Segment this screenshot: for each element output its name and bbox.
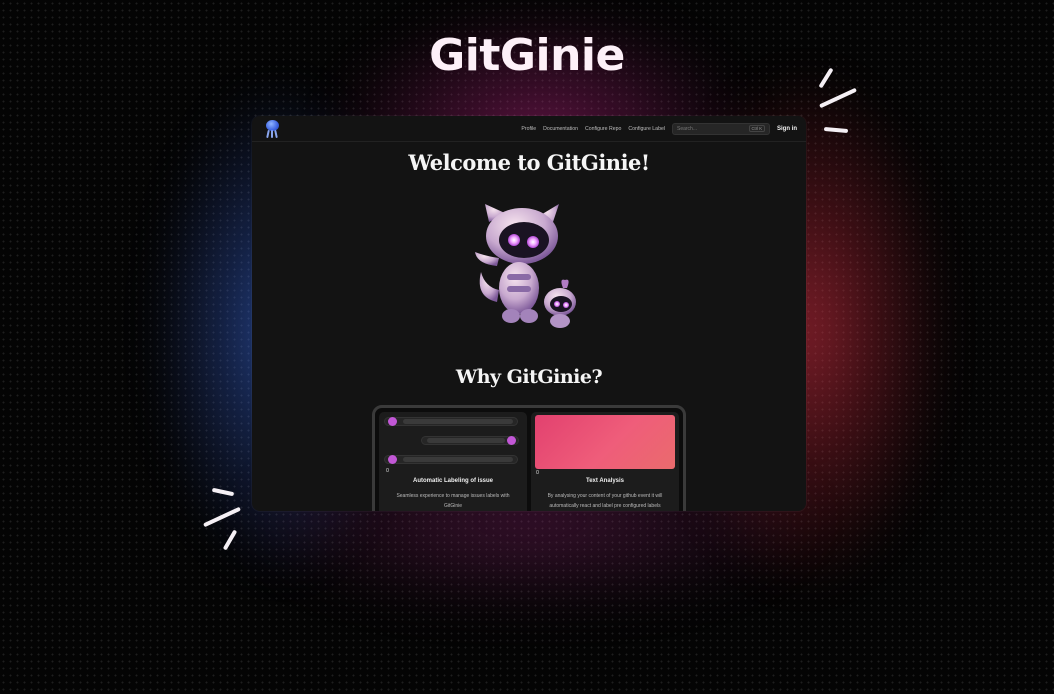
top-navbar: Profile Documentation Configure Repo Con… xyxy=(252,116,806,142)
clipboard-icon xyxy=(386,468,389,472)
hero-title: GitGinie xyxy=(429,30,625,81)
clipboard-icon xyxy=(536,470,539,474)
avatar xyxy=(507,436,516,445)
feature-card: Automatic Labeling of issue Seamless exp… xyxy=(379,412,527,511)
nav-link-profile[interactable]: Profile xyxy=(521,126,536,132)
search-input[interactable] xyxy=(677,125,747,132)
feature-description: By analysing your content of your github… xyxy=(547,493,663,509)
feature-title: Text Analysis xyxy=(585,478,624,484)
avatar xyxy=(388,455,397,464)
welcome-title: Welcome to GitGinie! xyxy=(408,150,650,175)
octopus-logo-icon[interactable] xyxy=(261,118,283,140)
nav-link-configure-label[interactable]: Configure Label xyxy=(628,126,665,132)
search-box[interactable]: Ctrl K xyxy=(672,122,770,135)
nav-link-documentation[interactable]: Documentation xyxy=(543,126,578,132)
why-title: Why GitGinie? xyxy=(455,366,603,388)
app-window-screenshot: Profile Documentation Configure Repo Con… xyxy=(252,116,806,511)
mascot-robot-illustration xyxy=(475,204,576,328)
nav-link-configure-repo[interactable]: Configure Repo xyxy=(585,126,621,132)
sign-in-link[interactable]: Sign in xyxy=(777,126,797,132)
features-tablet: Automatic Labeling of issue Seamless exp… xyxy=(372,405,686,511)
nav-links: Profile Documentation Configure Repo Con… xyxy=(521,122,797,135)
feature-title: Automatic Labeling of issue xyxy=(412,478,493,484)
gradient-preview xyxy=(535,415,675,469)
background-stage: GitGinie Profile Documentation Configure… xyxy=(0,0,1054,694)
feature-card: Text Analysis By analysing your content … xyxy=(531,412,679,511)
search-shortcut-badge: Ctrl K xyxy=(748,125,765,132)
avatar xyxy=(388,417,397,426)
feature-description: Seamless experience to manage issues lab… xyxy=(396,493,510,509)
